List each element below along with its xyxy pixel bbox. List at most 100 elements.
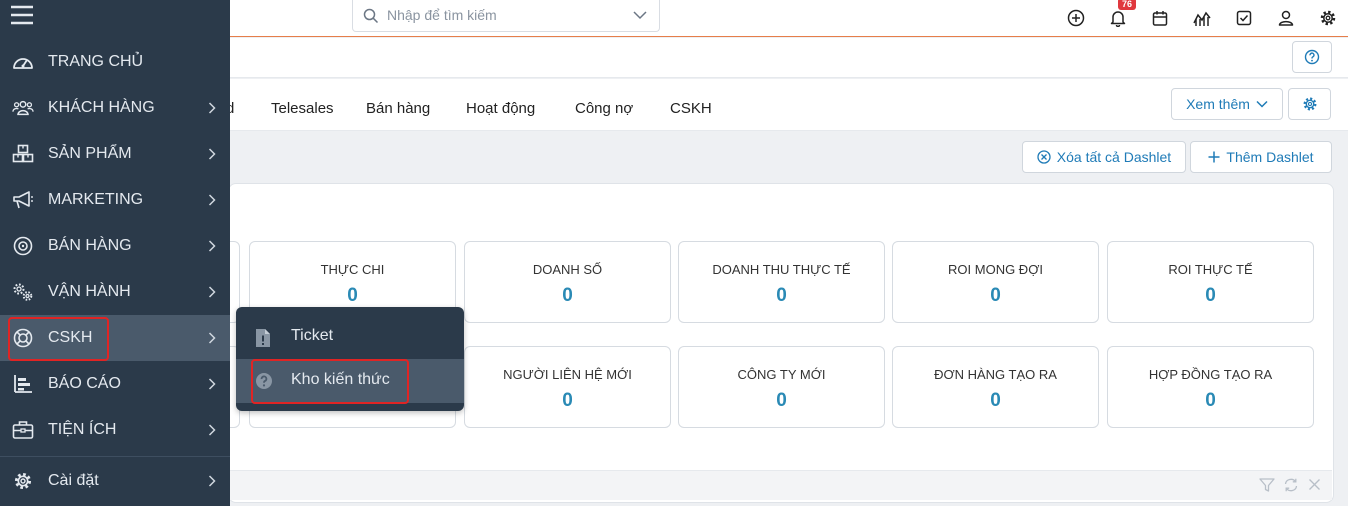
- sidebar-item-khach-hang[interactable]: KHÁCH HÀNG: [0, 85, 230, 131]
- sidebar-item-san-pham[interactable]: SẢN PHẨM: [0, 131, 230, 177]
- briefcase-icon: [12, 420, 34, 440]
- sidebar-item-marketing[interactable]: MARKETING: [0, 177, 230, 223]
- file-alert-icon: [255, 328, 271, 348]
- submenu-item-label: Ticket: [291, 327, 334, 344]
- sidebar-item-label: Cài đặt: [48, 472, 99, 489]
- sidebar-item-cai-dat[interactable]: Cài đặt: [0, 458, 230, 504]
- stat-label: Đơn hàng tạo ra: [934, 367, 1057, 382]
- stat-label: ROI mong đợi: [948, 262, 1043, 277]
- stat-label: ROI thực tế: [1168, 262, 1253, 277]
- chevron-right-icon: [208, 286, 216, 298]
- plus-icon: [1208, 151, 1220, 163]
- stat-value: 0: [990, 390, 1001, 411]
- gear-icon: [1302, 96, 1318, 112]
- sidebar-item-label: MARKETING: [48, 191, 144, 208]
- stat-card: Hợp đồng tạo ra 0: [1107, 346, 1314, 428]
- search-box[interactable]: [352, 0, 660, 32]
- sidebar-item-label: VẬN HÀNH: [48, 283, 131, 300]
- stat-value: 0: [776, 390, 787, 411]
- stat-card: ROI thực tế 0: [1107, 241, 1314, 323]
- chevron-down-icon[interactable]: [633, 10, 647, 20]
- sidebar-item-label: BÁN HÀNG: [48, 237, 132, 254]
- sidebar-item-label: BÁO CÁO: [48, 375, 121, 392]
- stat-value: 0: [990, 285, 1001, 306]
- stat-card: Doanh số 0: [464, 241, 671, 323]
- chevron-right-icon: [208, 148, 216, 160]
- chevron-right-icon: [208, 475, 216, 487]
- hamburger-menu-icon[interactable]: [10, 4, 34, 26]
- sidebar: TRANG CHỦ KHÁCH HÀNG SẢN PHẨM MARKETING …: [0, 0, 230, 506]
- search-input[interactable]: [387, 5, 627, 25]
- stat-value: 0: [776, 285, 787, 306]
- sidebar-divider: [0, 456, 230, 457]
- cogs-icon: [12, 282, 34, 302]
- stat-value: 0: [1205, 285, 1216, 306]
- checkbox-task-icon[interactable]: [1233, 7, 1255, 29]
- bell-icon[interactable]: [1107, 7, 1129, 29]
- close-circle-icon: [1037, 150, 1051, 164]
- users-icon: [12, 98, 34, 118]
- chevron-right-icon: [208, 424, 216, 436]
- tab-cskh[interactable]: CSKH: [670, 100, 712, 117]
- boxes-icon: [12, 144, 34, 164]
- chevron-right-icon: [208, 332, 216, 344]
- highlight-box-kho-kien-thuc: [251, 359, 409, 404]
- stat-label: Hợp đồng tạo ra: [1148, 367, 1273, 382]
- target-icon: [12, 236, 34, 256]
- megaphone-icon: [12, 190, 34, 210]
- chevron-right-icon: [208, 378, 216, 390]
- sidebar-item-tien-ich[interactable]: TIỆN ÍCH: [0, 407, 230, 453]
- stat-value: 0: [1205, 390, 1216, 411]
- chevron-right-icon: [208, 240, 216, 252]
- tab-ban-hang[interactable]: Bán hàng: [366, 100, 430, 117]
- stat-card: Người liên hệ mới 0: [464, 346, 671, 428]
- tab-cong-no[interactable]: Công nợ: [575, 100, 633, 117]
- stat-label: Doanh số: [532, 262, 603, 277]
- search-icon: [363, 8, 379, 24]
- close-icon[interactable]: [1308, 478, 1321, 491]
- dashlet-footer: [228, 470, 1332, 500]
- user-icon[interactable]: [1275, 7, 1297, 29]
- tab-settings-button[interactable]: [1288, 88, 1331, 120]
- sidebar-item-ban-hang[interactable]: BÁN HÀNG: [0, 223, 230, 269]
- submenu-item-ticket[interactable]: Ticket: [236, 315, 464, 359]
- sidebar-item-trang-chu[interactable]: TRANG CHỦ: [0, 39, 230, 85]
- stat-value: 0: [347, 285, 358, 306]
- line-chart-icon[interactable]: [1191, 7, 1213, 29]
- chevron-down-icon: [1256, 100, 1268, 108]
- chevron-right-icon: [208, 194, 216, 206]
- calendar-icon[interactable]: [1149, 7, 1171, 29]
- stat-value: 0: [562, 285, 573, 306]
- add-dashlet-button[interactable]: Thêm Dashlet: [1190, 141, 1332, 173]
- notification-badge: 76: [1118, 0, 1137, 10]
- help-icon: [1304, 49, 1320, 65]
- bar-chart-icon: [12, 374, 34, 394]
- add-dashlet-label: Thêm Dashlet: [1226, 149, 1314, 165]
- stat-label: Người liên hệ mới: [503, 367, 632, 382]
- chevron-right-icon: [208, 102, 216, 114]
- gear-icon: [12, 471, 34, 491]
- stat-card: ROI mong đợi 0: [892, 241, 1099, 323]
- stat-label: Thực chi: [320, 262, 385, 277]
- see-more-label: Xem thêm: [1186, 96, 1250, 112]
- stat-card: Đơn hàng tạo ra 0: [892, 346, 1099, 428]
- tab-telesales[interactable]: Telesales: [271, 100, 334, 117]
- tab-hoat-dong[interactable]: Hoạt động: [466, 100, 535, 117]
- sidebar-item-label: KHÁCH HÀNG: [48, 99, 155, 116]
- sidebar-item-label: SẢN PHẨM: [48, 145, 132, 162]
- refresh-icon[interactable]: [1283, 478, 1299, 492]
- help-button[interactable]: [1292, 41, 1332, 73]
- sidebar-item-bao-cao[interactable]: BÁO CÁO: [0, 361, 230, 407]
- stat-card: Công ty mới 0: [678, 346, 885, 428]
- see-more-button[interactable]: Xem thêm: [1171, 88, 1283, 120]
- dashboard-icon: [12, 52, 34, 72]
- add-circle-icon[interactable]: [1065, 7, 1087, 29]
- settings-gear-icon[interactable]: [1317, 7, 1339, 29]
- sidebar-item-van-hanh[interactable]: VẬN HÀNH: [0, 269, 230, 315]
- filter-icon[interactable]: [1259, 478, 1275, 492]
- stat-label: Doanh thu thực tế: [712, 262, 851, 277]
- sidebar-item-label: TRANG CHỦ: [48, 53, 144, 70]
- clear-all-dashlets-button[interactable]: Xóa tất cả Dashlet: [1022, 141, 1186, 173]
- stat-label: Công ty mới: [737, 367, 826, 382]
- stat-value: 0: [562, 390, 573, 411]
